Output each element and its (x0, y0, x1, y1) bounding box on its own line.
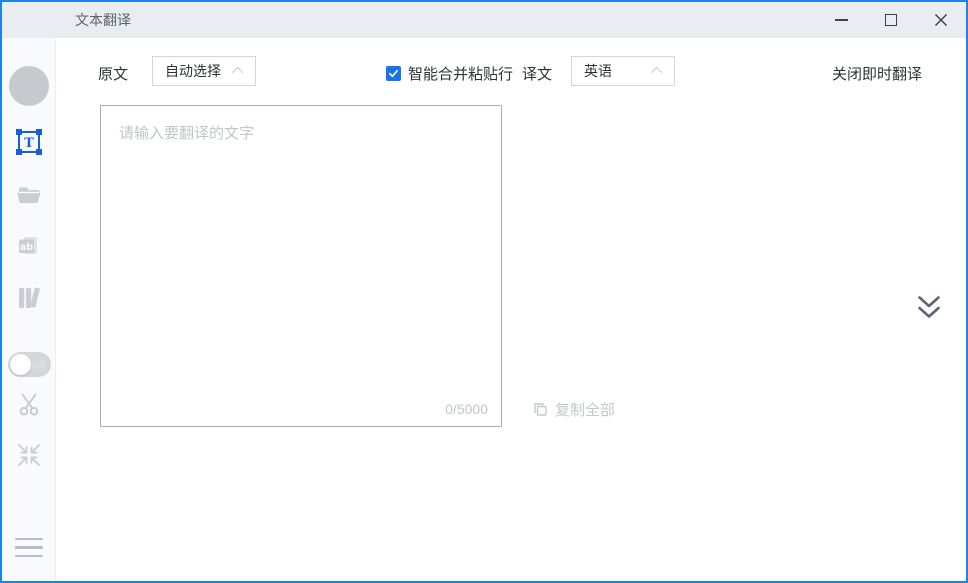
sidebar-item-collapse-window[interactable] (15, 441, 43, 469)
sidebar-item-library[interactable] (15, 284, 43, 312)
source-language-select[interactable]: 自动选择 (152, 56, 256, 86)
books-icon (15, 284, 43, 312)
check-icon (388, 68, 399, 79)
chevron-up-icon (232, 67, 243, 78)
maximize-icon (885, 14, 897, 26)
folder-icon (15, 181, 43, 209)
collapse-arrows-icon (15, 441, 43, 469)
window-title: 文本翻译 (75, 10, 131, 30)
main-panel: 原文 自动选择 智能合并粘贴行 译文 英语 关闭即时翻译 (56, 38, 966, 581)
word-capture-toggle[interactable]: 划词 (8, 352, 51, 377)
copy-all-button[interactable]: 复制全部 (533, 399, 615, 420)
smart-merge-checkbox[interactable] (386, 66, 401, 81)
copy-icon (533, 402, 548, 417)
close-icon (934, 13, 948, 27)
source-language-value: 自动选择 (165, 61, 221, 81)
sidebar-item-wordbook[interactable]: ab (15, 232, 43, 260)
app-window: 文本翻译 (0, 0, 968, 583)
avatar[interactable] (9, 66, 49, 106)
wordbook-icon: ab (15, 232, 43, 260)
double-chevron-down-icon (915, 293, 943, 323)
minimize-icon (835, 19, 848, 21)
maximize-button[interactable] (866, 2, 916, 38)
text-select-icon: T (15, 128, 43, 156)
sidebar-item-screenshot[interactable] (15, 391, 43, 419)
source-text-input[interactable] (100, 105, 502, 427)
window-controls (816, 2, 966, 38)
expand-more-button[interactable] (914, 293, 944, 323)
svg-text:T: T (24, 136, 34, 151)
copy-all-label: 复制全部 (555, 399, 615, 420)
sidebar: T ab (2, 38, 56, 581)
target-label: 译文 (522, 63, 552, 84)
sidebar-item-documents[interactable] (15, 181, 43, 209)
chevron-up-icon (651, 67, 662, 78)
svg-text:ab: ab (20, 242, 33, 253)
source-editor-area: 0/5000 (100, 105, 502, 427)
toggle-knob-icon (10, 354, 31, 375)
sidebar-menu-button[interactable] (15, 538, 43, 557)
close-button[interactable] (916, 2, 966, 38)
toggle-instant-translate-link[interactable]: 关闭即时翻译 (832, 63, 922, 84)
target-language-select[interactable]: 英语 (571, 56, 675, 86)
smart-merge-option[interactable]: 智能合并粘贴行 (386, 63, 513, 84)
smart-merge-label: 智能合并粘贴行 (408, 63, 513, 84)
target-language-value: 英语 (584, 61, 612, 81)
minimize-button[interactable] (816, 2, 866, 38)
sidebar-item-text-translate[interactable]: T (15, 128, 43, 156)
titlebar: 文本翻译 (2, 2, 966, 38)
source-label: 原文 (98, 63, 128, 84)
hamburger-icon (15, 538, 43, 540)
scissors-icon (15, 391, 43, 419)
